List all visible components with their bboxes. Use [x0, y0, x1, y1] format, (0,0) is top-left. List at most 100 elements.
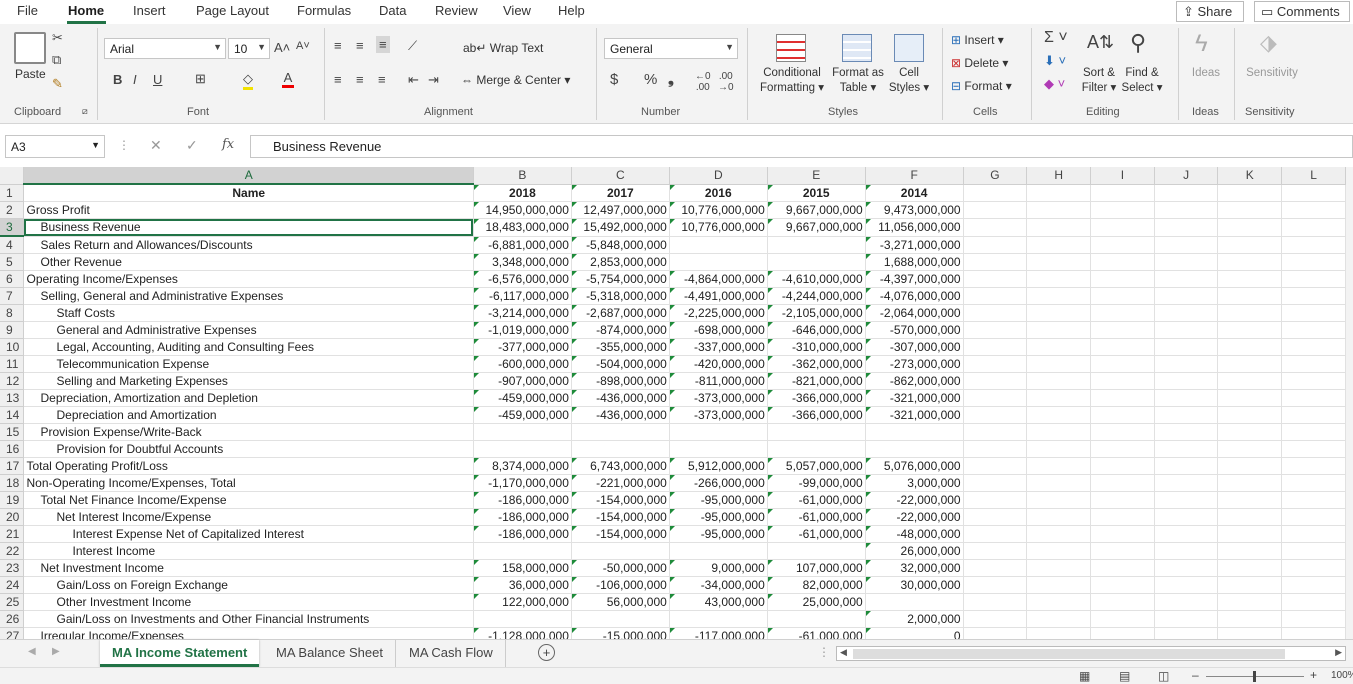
empty-cell[interactable] — [1217, 218, 1283, 237]
empty-cell[interactable] — [1281, 201, 1346, 219]
empty-cell[interactable] — [1026, 389, 1092, 407]
empty-cell[interactable] — [1026, 525, 1092, 543]
cell-name[interactable]: Net Investment Income — [23, 559, 474, 577]
empty-cell[interactable] — [963, 457, 1028, 475]
cell-value[interactable]: -117,000,000 — [669, 627, 768, 639]
sort-filter-button[interactable]: Sort & Filter ▾ — [1078, 66, 1120, 96]
empty-cell[interactable] — [963, 593, 1028, 611]
cell-value[interactable] — [767, 236, 866, 254]
cell-value[interactable]: -106,000,000 — [571, 576, 670, 594]
empty-cell[interactable] — [1281, 270, 1346, 288]
empty-cell[interactable] — [1026, 270, 1092, 288]
empty-cell[interactable] — [1026, 338, 1092, 356]
cell-value[interactable]: 12,497,000,000 — [571, 201, 670, 219]
cell-value[interactable] — [767, 440, 866, 458]
cell-name[interactable]: Gain/Loss on Investments and Other Finan… — [23, 610, 474, 628]
comments-button[interactable]: ▭ Comments — [1254, 1, 1350, 22]
sort-filter-icon[interactable]: A⇅ — [1087, 32, 1114, 53]
empty-cell[interactable] — [1154, 525, 1219, 543]
merge-center-button[interactable]: ⇔ Merge & Center ▾ — [461, 73, 570, 87]
empty-cell[interactable] — [1217, 287, 1283, 305]
sensitivity-button[interactable]: Sensitivity — [1240, 66, 1304, 81]
cell-value[interactable]: 2,000,000 — [865, 610, 964, 628]
cell-value[interactable] — [865, 440, 964, 458]
page-break-view-icon[interactable]: ◫ — [1158, 669, 1169, 683]
cell-value[interactable]: -570,000,000 — [865, 321, 964, 339]
empty-cell[interactable] — [1217, 542, 1283, 560]
cell-value[interactable]: -3,214,000,000 — [473, 304, 572, 322]
format-as-table-icon[interactable] — [842, 34, 872, 62]
cell-value[interactable]: -898,000,000 — [571, 372, 670, 390]
cell-value[interactable]: 15,492,000,000 — [571, 218, 670, 237]
increase-font-icon[interactable]: A˄ — [274, 40, 290, 55]
cell-value[interactable] — [669, 253, 768, 271]
empty-cell[interactable] — [1154, 508, 1219, 526]
cell-name[interactable]: Depreciation, Amortization and Depletion — [23, 389, 474, 407]
empty-cell[interactable] — [1026, 406, 1092, 424]
empty-cell[interactable] — [1154, 474, 1219, 492]
cancel-icon[interactable]: ✕ — [150, 137, 162, 154]
empty-cell[interactable] — [1090, 423, 1155, 441]
empty-cell[interactable] — [1217, 593, 1283, 611]
empty-cell[interactable] — [1090, 576, 1155, 594]
increase-indent-icon[interactable]: ⇥ — [428, 72, 439, 88]
cell-value[interactable]: -154,000,000 — [571, 525, 670, 543]
cell-name[interactable]: Name — [23, 184, 474, 202]
empty-cell[interactable] — [1090, 440, 1155, 458]
find-select-icon[interactable]: ⚲ — [1130, 30, 1146, 56]
cell-value[interactable] — [669, 610, 768, 628]
empty-cell[interactable] — [1090, 338, 1155, 356]
empty-cell[interactable] — [963, 338, 1028, 356]
row-header[interactable]: 16 — [0, 440, 25, 458]
empty-cell[interactable] — [1090, 270, 1155, 288]
row-header[interactable]: 18 — [0, 474, 25, 492]
cell-value[interactable]: -6,117,000,000 — [473, 287, 572, 305]
empty-cell[interactable] — [1217, 457, 1283, 475]
row-header[interactable]: 19 — [0, 491, 25, 509]
empty-cell[interactable] — [1090, 525, 1155, 543]
cell-name[interactable]: Selling, General and Administrative Expe… — [23, 287, 474, 305]
empty-cell[interactable] — [963, 525, 1028, 543]
row-header[interactable]: 3 — [0, 218, 25, 237]
empty-cell[interactable] — [963, 201, 1028, 219]
cell-value[interactable]: -2,687,000,000 — [571, 304, 670, 322]
ideas-icon[interactable]: ϟ — [1195, 30, 1208, 58]
cell-value[interactable]: -4,244,000,000 — [767, 287, 866, 305]
cell-value[interactable]: -366,000,000 — [767, 389, 866, 407]
empty-cell[interactable] — [1154, 627, 1219, 639]
cell-value[interactable]: -355,000,000 — [571, 338, 670, 356]
row-header[interactable]: 5 — [0, 253, 25, 271]
cell-value[interactable]: -4,864,000,000 — [669, 270, 768, 288]
cell-value[interactable]: 18,483,000,000 — [473, 218, 572, 237]
empty-cell[interactable] — [1217, 423, 1283, 441]
column-header-i[interactable]: I — [1090, 167, 1155, 185]
page-layout-view-icon[interactable]: ▤ — [1119, 669, 1130, 683]
empty-cell[interactable] — [1217, 508, 1283, 526]
cell-value[interactable]: 36,000,000 — [473, 576, 572, 594]
empty-cell[interactable] — [1217, 525, 1283, 543]
column-header-l[interactable]: L — [1281, 167, 1346, 185]
empty-cell[interactable] — [963, 270, 1028, 288]
cell-value[interactable]: -4,491,000,000 — [669, 287, 768, 305]
cell-value[interactable]: 43,000,000 — [669, 593, 768, 611]
cell-value[interactable]: 9,667,000,000 — [767, 218, 866, 237]
cell-name[interactable]: Telecommunication Expense — [23, 355, 474, 373]
cell-value[interactable]: -15,000,000 — [571, 627, 670, 639]
cell-value[interactable] — [669, 236, 768, 254]
empty-cell[interactable] — [1026, 304, 1092, 322]
empty-cell[interactable] — [1154, 576, 1219, 594]
cell-name[interactable]: Total Operating Profit/Loss — [23, 457, 474, 475]
empty-cell[interactable] — [1090, 593, 1155, 611]
row-header[interactable]: 26 — [0, 610, 25, 628]
cell-name[interactable]: Total Net Finance Income/Expense — [23, 491, 474, 509]
cell-name[interactable]: Selling and Marketing Expenses — [23, 372, 474, 390]
empty-cell[interactable] — [1154, 321, 1219, 339]
number-format-dropdown[interactable]: General ▼ — [604, 38, 738, 59]
empty-cell[interactable] — [1281, 287, 1346, 305]
row-header[interactable]: 24 — [0, 576, 25, 594]
cell-name[interactable]: Non-Operating Income/Expenses, Total — [23, 474, 474, 492]
cell-value[interactable]: -186,000,000 — [473, 491, 572, 509]
cell-value[interactable]: 9,473,000,000 — [865, 201, 964, 219]
scroll-right-icon[interactable]: ▶ — [52, 646, 60, 657]
align-middle-icon[interactable]: ≡ — [356, 38, 364, 53]
